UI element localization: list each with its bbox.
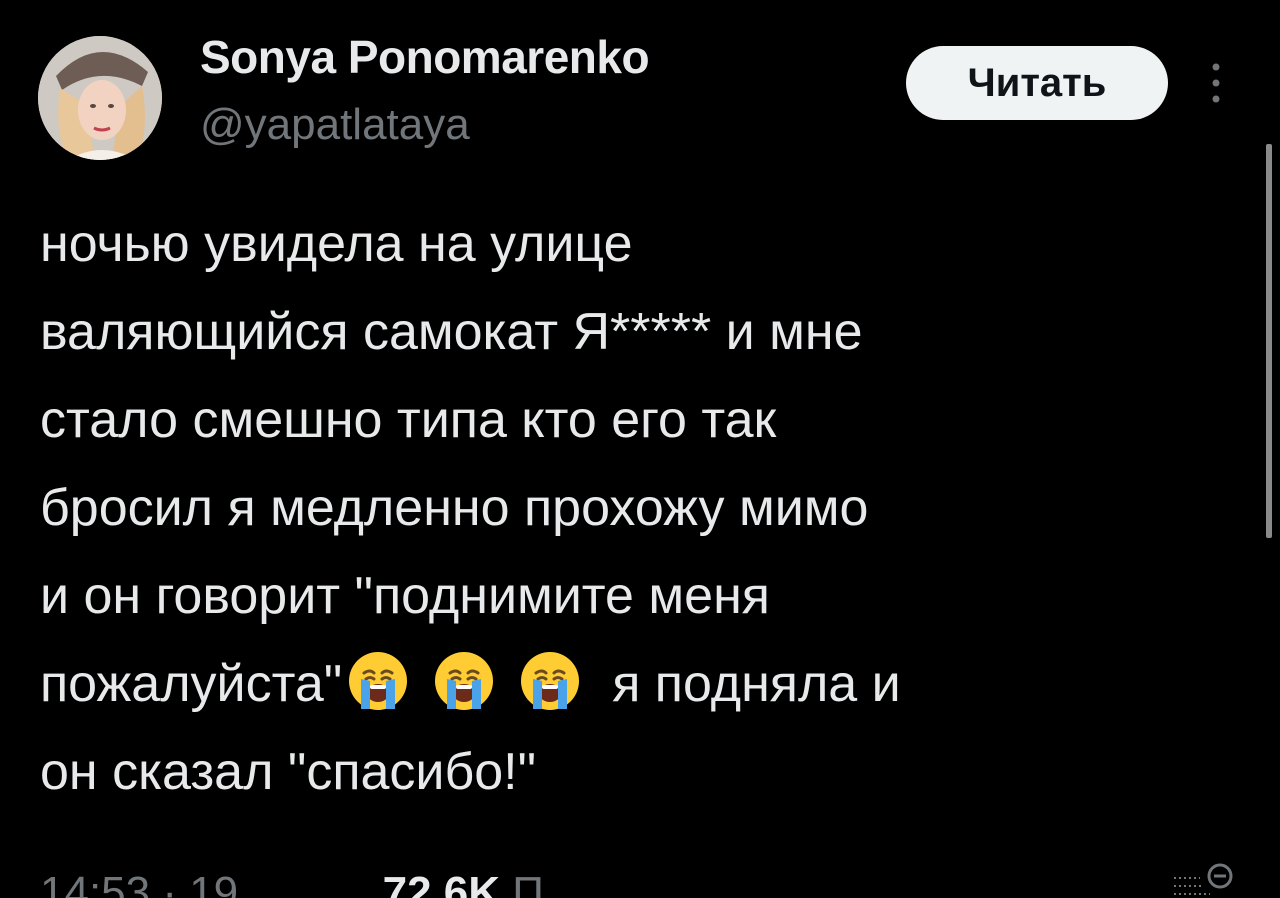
more-vertical-icon — [1212, 63, 1220, 103]
loudly-crying-face-icon — [435, 652, 494, 710]
tweet-line-part: я подняла и — [612, 655, 901, 713]
views-icon[interactable] — [1170, 860, 1240, 898]
tweet-meta: 14:53 · 19 72,6K П — [40, 868, 544, 898]
scrollbar[interactable] — [1266, 144, 1272, 538]
tweet-line: бросил я медленно прохожу мимо — [40, 479, 869, 537]
tweet-line-part: пожалуйста" — [40, 655, 343, 713]
views-count: 72,6K — [382, 868, 501, 898]
loudly-crying-face-icon — [349, 652, 408, 710]
tweet-text: ночью увидела на улице валяющийся самока… — [40, 200, 1220, 816]
tweet-timestamp[interactable]: 14:53 · 19 — [40, 868, 238, 898]
tweet-line: валяющийся самокат Я***** и мне — [40, 303, 863, 361]
tweet-line: и он говорит "поднимите меня — [40, 567, 770, 625]
follow-button[interactable]: Читать — [906, 46, 1168, 120]
tweet-line-with-emoji: пожалуйста" я подняла и — [40, 640, 1220, 728]
avatar-image — [38, 36, 162, 160]
author-handle[interactable]: @yapatlataya — [200, 100, 470, 150]
avatar[interactable] — [38, 36, 162, 160]
author-display-name[interactable]: Sonya Ponomarenko — [200, 30, 650, 84]
tweet-line: стало смешно типа кто его так — [40, 391, 777, 449]
more-options-button[interactable] — [1198, 58, 1234, 108]
views-label-partial: П — [512, 868, 544, 898]
loudly-crying-face-icon — [521, 652, 580, 710]
tweet-line: он сказал "спасибо!" — [40, 743, 537, 801]
tweet-line: ночью увидела на улице — [40, 215, 633, 273]
tweet: Sonya Ponomarenko @yapatlataya Читать но… — [0, 0, 1280, 898]
